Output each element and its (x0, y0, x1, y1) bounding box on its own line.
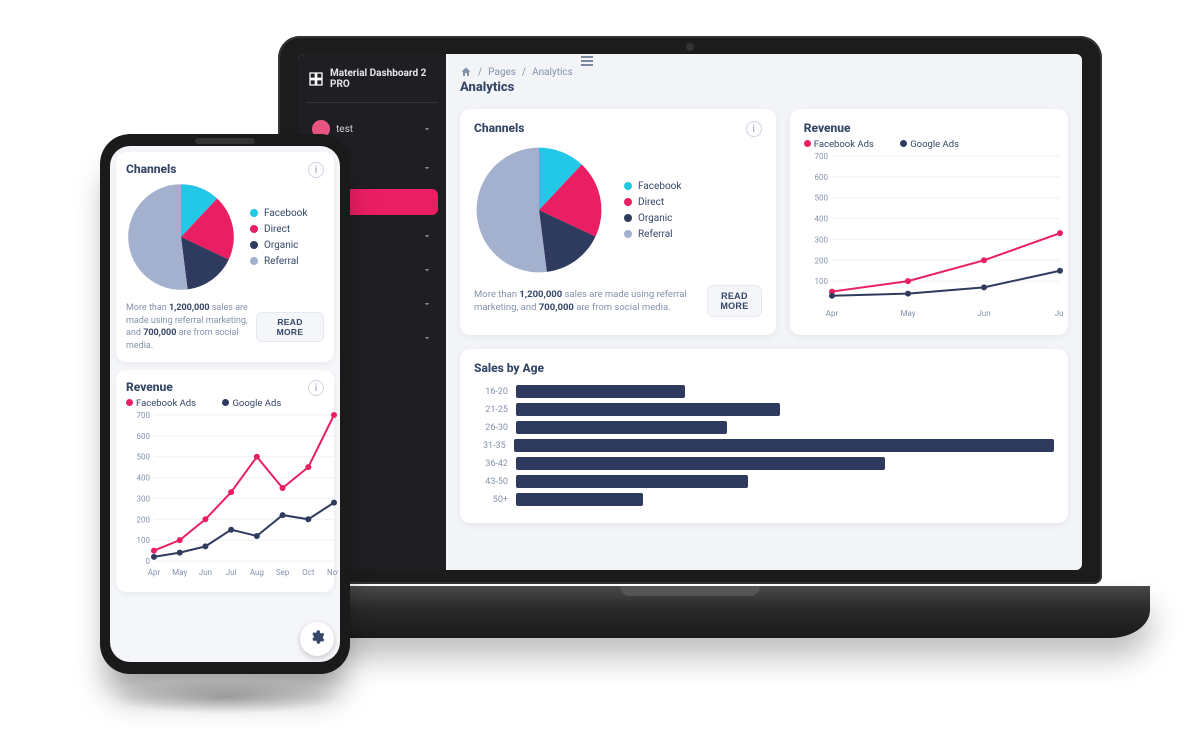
brand-logo-icon (308, 71, 324, 87)
phone-channels-card: Channels i Facebook Direct Organic Referral… (116, 152, 334, 362)
svg-text:May: May (900, 309, 915, 318)
sales-by-age-title: Sales by Age (474, 361, 544, 375)
svg-text:100: 100 (137, 537, 151, 546)
breadcrumb-section[interactable]: Pages (488, 67, 516, 78)
age-bar-row: 16-20 (474, 385, 1054, 398)
age-bar-row: 21-25 (474, 403, 1054, 416)
channels-caption: More than 1,200,000 sales are made using… (474, 288, 707, 315)
laptop-device: Material Dashboard 2 PRO test (230, 36, 1150, 666)
channels-card: Channels i Facebook Direct Organic Referral… (460, 109, 776, 335)
chevron-down-icon (422, 124, 432, 134)
legend-item: Facebook (250, 208, 307, 219)
svg-text:Oct: Oct (302, 568, 315, 577)
legend-item: Organic (250, 240, 307, 251)
phone-device: Channels i Facebook Direct Organic Referral… (100, 134, 350, 674)
legend-item: Direct (250, 224, 307, 235)
chevron-down-icon (422, 265, 432, 275)
svg-text:Sep: Sep (276, 568, 290, 577)
phone-read-more-button[interactable]: READ MORE (256, 312, 324, 342)
chevron-down-icon (422, 163, 432, 173)
laptop-app: Material Dashboard 2 PRO test (298, 54, 1082, 570)
legend-item: Facebook (624, 181, 681, 192)
sidebar-user-label: test (336, 124, 353, 135)
gear-icon (309, 629, 325, 649)
svg-text:400: 400 (814, 215, 828, 224)
revenue-title: Revenue (804, 121, 851, 135)
phone-channels-caption: More than 1,200,000 sales are made using… (126, 302, 256, 352)
svg-text:500: 500 (814, 194, 828, 203)
svg-text:200: 200 (137, 516, 151, 525)
phone-shadow (110, 680, 340, 714)
svg-text:300: 300 (814, 235, 828, 244)
phone-revenue-card: Revenue i Facebook Ads Google Ads 0 100 20… (116, 370, 334, 592)
svg-text:Apr: Apr (148, 568, 161, 577)
revenue-legend: Facebook Ads Google Ads (804, 139, 1054, 150)
phone-app: Channels i Facebook Direct Organic Referral… (110, 146, 340, 662)
svg-text:Nov: Nov (327, 568, 338, 577)
svg-text:600: 600 (814, 173, 828, 182)
legend-item: Referral (250, 256, 307, 267)
phone-channels-legend: Facebook Direct Organic Referral (250, 203, 307, 272)
phone-revenue-title: Revenue (126, 380, 173, 394)
main-content: / Pages / Analytics Analytics Channels i… (446, 54, 1082, 570)
settings-fab[interactable] (300, 622, 334, 656)
svg-text:Jun: Jun (199, 568, 212, 577)
svg-text:Aug: Aug (250, 568, 264, 577)
age-bar-row: 26-30 (474, 421, 1054, 434)
legend-item: Organic (624, 213, 681, 224)
legend-item: Direct (624, 197, 681, 208)
svg-text:Jun: Jun (977, 309, 990, 318)
laptop-frame: Material Dashboard 2 PRO test (278, 36, 1102, 584)
svg-text:600: 600 (137, 432, 151, 441)
age-bar-row: 36-42 (474, 457, 1054, 470)
menu-icon[interactable] (579, 54, 595, 72)
svg-text:700: 700 (814, 152, 828, 161)
chevron-down-icon (422, 333, 432, 343)
phone-revenue-line-chart: 0 100 200 300 400 500 600 700 Apr May Jun Jul Aug Sep… (126, 409, 338, 579)
revenue-line-chart: 100 200 300 400 500 600 700 Apr May Jun Jul (804, 150, 1064, 320)
channels-legend: Facebook Direct Organic Referral (624, 176, 681, 245)
svg-text:Jul: Jul (1054, 309, 1063, 318)
age-bar-row: 50+ (474, 493, 1054, 506)
phone-channels-pie-chart (126, 182, 236, 292)
svg-text:Apr: Apr (826, 309, 839, 318)
svg-text:200: 200 (814, 256, 828, 265)
brand[interactable]: Material Dashboard 2 PRO (306, 64, 438, 103)
phone-revenue-legend: Facebook Ads Google Ads (126, 398, 324, 409)
svg-text:400: 400 (137, 474, 151, 483)
info-icon[interactable]: i (308, 380, 324, 396)
chevron-down-icon (422, 299, 432, 309)
svg-text:500: 500 (137, 453, 151, 462)
channels-title: Channels (474, 121, 524, 135)
svg-text:300: 300 (137, 495, 151, 504)
revenue-card: Revenue Facebook Ads Google Ads 100 200 30… (790, 109, 1068, 335)
home-icon[interactable] (460, 66, 472, 78)
read-more-button[interactable]: READ MORE (707, 285, 762, 317)
age-bar-row: 31-35 (474, 439, 1054, 452)
sales-by-age-card: Sales by Age 16-20 21-25 26-30 31-35 36-42 43… (460, 349, 1068, 523)
channels-pie-chart (474, 145, 604, 275)
breadcrumb: / Pages / Analytics (460, 66, 1068, 78)
svg-text:0: 0 (146, 557, 151, 566)
legend-item: Referral (624, 229, 681, 240)
svg-text:Jul: Jul (226, 568, 237, 577)
breadcrumb-page: Analytics (532, 67, 573, 78)
phone-channels-title: Channels (126, 162, 176, 176)
brand-label: Material Dashboard 2 PRO (330, 68, 436, 90)
age-bar-row: 43-50 (474, 475, 1054, 488)
info-icon[interactable]: i (746, 121, 762, 137)
chevron-down-icon (422, 231, 432, 241)
sales-by-age-chart: 16-20 21-25 26-30 31-35 36-42 43-50 50+ (474, 385, 1054, 506)
page-title: Analytics (460, 80, 1068, 95)
svg-text:700: 700 (137, 411, 151, 420)
svg-text:100: 100 (814, 277, 828, 286)
laptop-base (230, 586, 1150, 638)
svg-text:May: May (172, 568, 187, 577)
info-icon[interactable]: i (308, 162, 324, 178)
